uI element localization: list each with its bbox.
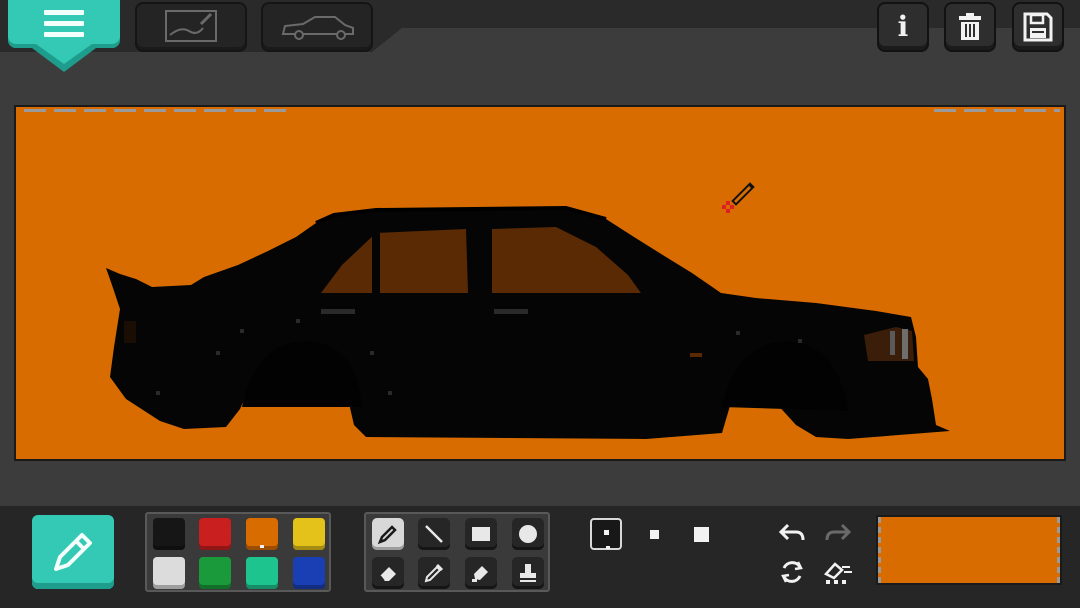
color-swatch-red[interactable] — [199, 518, 231, 550]
tool-fill[interactable] — [465, 557, 497, 589]
sketch-pencil-icon — [165, 10, 217, 42]
color-swatch-teal[interactable] — [246, 557, 278, 589]
color-swatch-yellow[interactable] — [293, 518, 325, 550]
active-tool-button[interactable] — [32, 515, 114, 589]
circle-icon — [519, 525, 537, 543]
tool-eraser[interactable] — [372, 557, 404, 589]
pencil-icon — [377, 525, 397, 545]
color-swatch-orange[interactable] — [246, 518, 278, 550]
undo-button[interactable] — [776, 519, 808, 547]
rectangle-icon — [472, 527, 490, 541]
eyedropper-icon — [424, 563, 444, 583]
pencil-icon — [54, 533, 92, 571]
brush-size-small[interactable] — [590, 518, 622, 550]
eraser-icon — [379, 567, 396, 582]
brush-size-medium[interactable] — [638, 518, 670, 550]
tab-sketch[interactable] — [135, 2, 247, 52]
eraser-dots-icon — [823, 562, 852, 584]
brush-medium-dot — [649, 529, 659, 539]
paint-fill-icon — [472, 566, 488, 582]
rotate-button[interactable] — [776, 558, 808, 586]
color-swatch-blue[interactable] — [293, 557, 325, 589]
pencil-cursor-icon — [722, 182, 755, 213]
info-button[interactable]: i — [877, 2, 929, 52]
hamburger-menu-icon — [44, 10, 84, 38]
brush-small-dot — [603, 529, 609, 535]
color-swatch-black[interactable] — [153, 518, 185, 550]
save-button[interactable] — [1012, 2, 1064, 52]
trash-icon — [959, 13, 981, 40]
tool-pencil[interactable] — [372, 518, 404, 550]
brush-size-large[interactable] — [685, 518, 717, 550]
line-icon — [425, 525, 443, 543]
tool-eyedropper[interactable] — [418, 557, 450, 589]
floppy-disk-icon — [1023, 12, 1053, 42]
car-outline-icon — [281, 16, 354, 40]
delete-button[interactable] — [944, 2, 996, 52]
color-swatch-white[interactable] — [153, 557, 185, 589]
redo-icon — [825, 523, 852, 541]
stamp-icon — [520, 564, 536, 582]
color-palette — [145, 512, 331, 592]
canvas-preview[interactable] — [876, 515, 1062, 585]
info-icon: i — [897, 10, 909, 43]
tab-car[interactable] — [261, 2, 373, 52]
tool-palette — [364, 512, 550, 592]
tool-line[interactable] — [418, 518, 450, 550]
tool-stamp[interactable] — [512, 557, 544, 589]
pixel-car-drawing — [106, 205, 950, 439]
brush-large-dot — [693, 526, 709, 542]
undo-icon — [778, 523, 805, 541]
tool-circle[interactable] — [512, 518, 544, 550]
tool-rectangle[interactable] — [465, 518, 497, 550]
clear-layer-button[interactable] — [822, 558, 854, 586]
redo-button[interactable] — [822, 519, 854, 547]
drawing-canvas[interactable] — [14, 105, 1066, 461]
menu-button[interactable] — [8, 0, 120, 72]
color-swatch-green[interactable] — [199, 557, 231, 589]
rotate-icon — [781, 561, 803, 583]
